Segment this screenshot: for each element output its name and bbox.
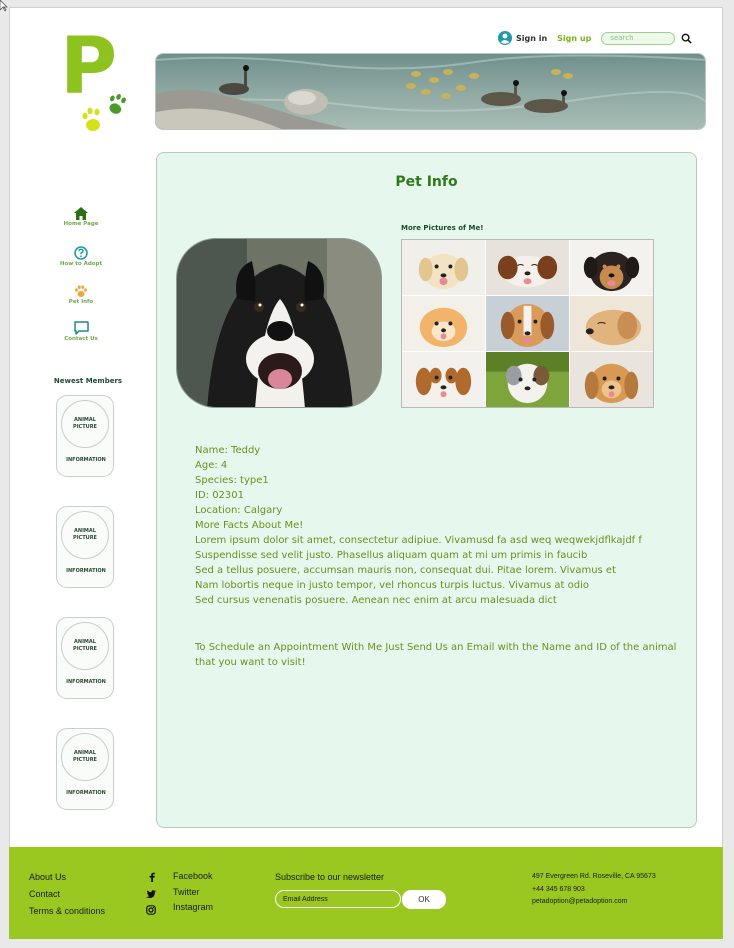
question-icon — [74, 246, 88, 260]
more-facts-heading: More Facts About Me! — [195, 520, 304, 531]
pet-main-photo — [176, 238, 382, 408]
newsletter-email-input[interactable] — [275, 890, 401, 908]
mouse-cursor-icon — [0, 0, 8, 12]
member-picture-placeholder: ANIMAL PICTURE — [61, 622, 109, 670]
more-pictures-grid — [401, 239, 654, 408]
footer: About Us Contact Terms & conditions Face… — [9, 847, 723, 939]
pet-id: ID: 02301 — [195, 490, 245, 501]
pet-thumbnail[interactable] — [486, 240, 569, 295]
page-title: Pet Info — [395, 174, 458, 190]
member-card[interactable]: ANIMAL PICTURE INFORMATION — [56, 395, 114, 477]
member-picture-placeholder: ANIMAL PICTURE — [61, 733, 109, 781]
pet-thumbnail[interactable] — [486, 352, 569, 407]
pet-thumbnail[interactable] — [402, 240, 485, 295]
pet-location: Location: Calgary — [195, 505, 283, 516]
twitter-icon[interactable] — [146, 889, 156, 899]
nav-contact-us[interactable]: Contact Us — [48, 321, 114, 342]
schedule-instructions: To Schedule an Appointment With Me Just … — [195, 642, 677, 668]
pet-info-panel: Pet Info More Pictures of Me! Name: Tedd… — [156, 152, 697, 828]
footer-twitter-link[interactable]: Twitter — [173, 887, 200, 897]
member-card[interactable]: ANIMAL PICTURE INFORMATION — [56, 617, 114, 699]
facebook-icon[interactable] — [147, 872, 157, 882]
logo[interactable]: P — [60, 28, 140, 136]
newsletter-ok-button[interactable]: OK — [402, 890, 446, 909]
chat-icon — [73, 321, 89, 335]
member-information-label: INFORMATION — [66, 457, 106, 463]
pet-thumbnail[interactable] — [570, 240, 653, 295]
member-picture-label-line2: PICTURE — [73, 757, 97, 763]
footer-about-link[interactable]: About Us — [29, 872, 66, 882]
member-card[interactable]: ANIMAL PICTURE INFORMATION — [56, 728, 114, 810]
member-picture-label-line2: PICTURE — [73, 535, 97, 541]
member-picture-label-line2: PICTURE — [73, 424, 97, 430]
pet-species: Species: type1 — [195, 475, 269, 486]
signup-link[interactable]: Sign up — [557, 34, 591, 43]
member-card[interactable]: ANIMAL PICTURE INFORMATION — [56, 506, 114, 588]
facts-line: Sed cursus venenatis posuere. Aenean nec… — [195, 595, 557, 606]
nav-contact-us-label: Contact Us — [64, 336, 98, 342]
pet-thumbnail[interactable] — [570, 296, 653, 351]
member-picture-label-line1: ANIMAL — [74, 750, 96, 756]
paw-icon — [75, 285, 87, 297]
member-information-label: INFORMATION — [66, 568, 106, 574]
user-icon[interactable] — [498, 31, 512, 45]
banner-image — [155, 53, 706, 130]
footer-address: 497 Evergreen Rd. Roseville, CA 95673 — [532, 873, 656, 880]
home-icon — [74, 207, 88, 220]
footer-contact-link[interactable]: Contact — [29, 889, 60, 899]
facts-line: Nam lobortis neque in justo tempor, vel … — [195, 580, 589, 591]
footer-email[interactable]: petadoption@petadoption.com — [532, 898, 627, 905]
member-picture-label-line1: ANIMAL — [74, 417, 96, 423]
facts-line: Lorem ipsum dolor sit amet, consectetur … — [195, 535, 642, 546]
paw-print-yellow-icon — [82, 107, 100, 131]
nav-home-label: Home Page — [63, 221, 99, 227]
account-bar: Sign in Sign up — [498, 28, 692, 48]
search-icon[interactable] — [681, 33, 692, 44]
member-picture-label-line1: ANIMAL — [74, 639, 96, 645]
pet-name: Name: Teddy — [195, 445, 261, 456]
footer-facebook-link[interactable]: Facebook — [173, 871, 213, 881]
pet-details: Name: Teddy Age: 4 Species: type1 ID: 02… — [195, 443, 685, 608]
pet-thumbnail[interactable] — [570, 352, 653, 407]
nav-home[interactable]: Home Page — [48, 207, 114, 227]
nav-pet-info[interactable]: Pet Info — [48, 285, 114, 305]
facts-line: Suspendisse sed velit justo. Phasellus a… — [195, 550, 588, 561]
more-pictures-title: More Pictures of Me! — [401, 224, 484, 232]
member-picture-label-line2: PICTURE — [73, 646, 97, 652]
member-information-label: INFORMATION — [66, 679, 106, 685]
newsletter-title: Subscribe to our newsletter — [275, 872, 385, 882]
signin-link[interactable]: Sign in — [516, 34, 547, 43]
pet-thumbnail[interactable] — [402, 296, 485, 351]
footer-instagram-link[interactable]: Instagram — [173, 902, 213, 912]
member-picture-placeholder: ANIMAL PICTURE — [61, 511, 109, 559]
member-picture-label-line1: ANIMAL — [74, 528, 96, 534]
pet-thumbnail[interactable] — [486, 296, 569, 351]
member-picture-placeholder: ANIMAL PICTURE — [61, 400, 109, 448]
nav-pet-info-label: Pet Info — [68, 299, 94, 305]
pet-thumbnail[interactable] — [402, 352, 485, 407]
paw-print-green-icon — [109, 94, 126, 114]
nav-how-to-adopt[interactable]: How to Adopt — [48, 246, 114, 267]
newest-members-title: Newest Members — [53, 377, 123, 385]
footer-terms-link[interactable]: Terms & conditions — [29, 906, 105, 916]
search-input[interactable] — [601, 31, 676, 45]
nav-how-to-adopt-label: How to Adopt — [59, 261, 103, 267]
member-information-label: INFORMATION — [66, 790, 106, 796]
facts-line: Sed a tellus posuere, accumsan mauris no… — [195, 565, 616, 576]
footer-phone: +44 345 678 903 — [532, 886, 585, 893]
instagram-icon[interactable] — [146, 905, 156, 915]
pet-age: Age: 4 — [195, 460, 228, 471]
